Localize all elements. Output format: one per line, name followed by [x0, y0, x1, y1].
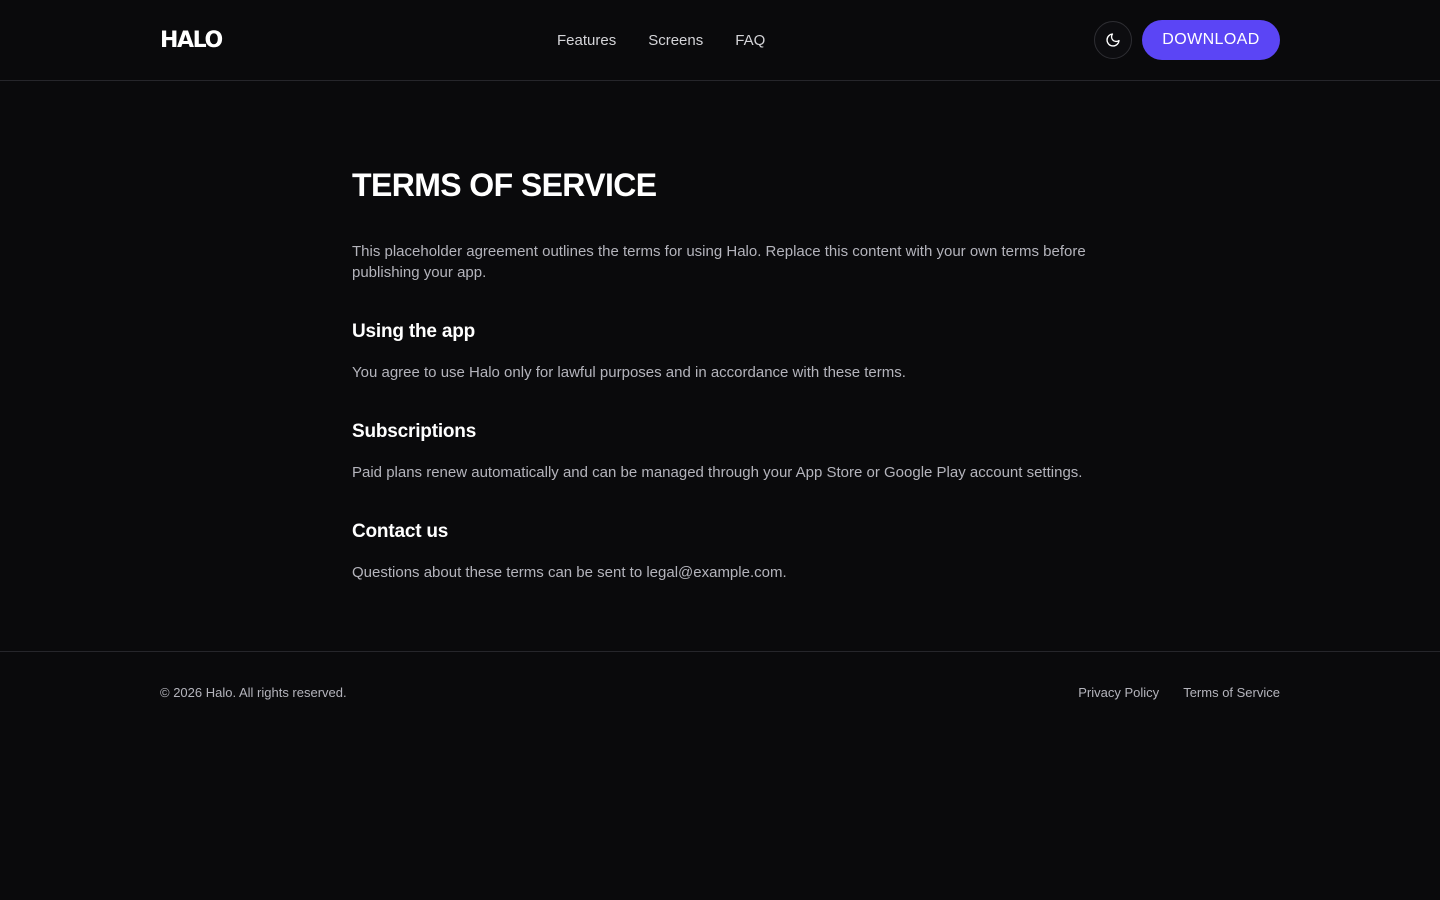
intro-paragraph: This placeholder agreement outlines the … — [352, 243, 1086, 281]
section-heading-subscriptions: Subscriptions — [352, 421, 477, 442]
download-button[interactable]: DOWNLOAD — [1142, 20, 1280, 60]
theme-toggle-button[interactable] — [1094, 21, 1132, 59]
copyright-text: © 2026 Halo. All rights reserved. — [160, 685, 347, 700]
nav-faq[interactable]: FAQ — [735, 32, 765, 49]
footer-links: Privacy Policy Terms of Service — [1078, 685, 1280, 700]
section-body-using-the-app: You agree to use Halo only for lawful pu… — [352, 364, 906, 381]
moon-icon — [1106, 33, 1120, 47]
main-nav: Features Screens FAQ — [557, 0, 765, 80]
terms-content: TERMS OF SERVICE This placeholder agreem… — [352, 81, 1092, 651]
page-title: TERMS OF SERVICE — [352, 167, 657, 203]
section-heading-using-the-app: Using the app — [352, 321, 476, 342]
section-heading-contact-us: Contact us — [352, 521, 449, 542]
header-actions: DOWNLOAD — [1094, 20, 1280, 60]
section-body-subscriptions: Paid plans renew automatically and can b… — [352, 464, 1083, 481]
section-body-contact-us: Questions about these terms can be sent … — [352, 564, 787, 581]
site-footer: © 2026 Halo. All rights reserved. Privac… — [0, 651, 1440, 733]
site-header: HALO Features Screens FAQ DOWNLOAD — [0, 0, 1440, 81]
nav-screens[interactable]: Screens — [648, 32, 703, 49]
nav-features[interactable]: Features — [557, 32, 616, 49]
privacy-policy-link[interactable]: Privacy Policy — [1078, 685, 1159, 700]
terms-of-service-link[interactable]: Terms of Service — [1183, 685, 1280, 700]
logo[interactable]: HALO — [160, 28, 223, 53]
